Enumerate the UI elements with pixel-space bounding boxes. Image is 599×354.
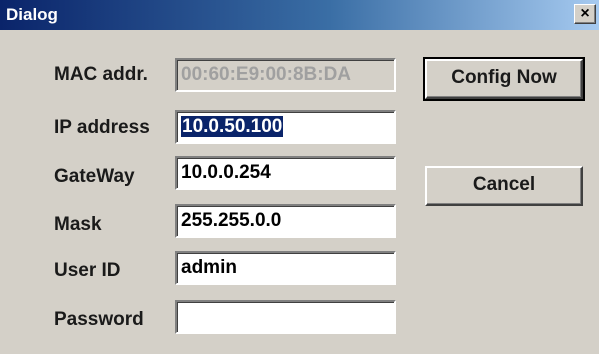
- mac-address-value: 00:60:E9:00:8B:DA: [181, 64, 352, 85]
- user-id-field[interactable]: admin: [175, 251, 396, 285]
- close-icon: ×: [580, 5, 590, 22]
- cancel-button[interactable]: Cancel: [425, 166, 583, 206]
- mask-value: 255.255.0.0: [181, 210, 282, 231]
- gateway-label: GateWay: [54, 166, 135, 187]
- ip-address-value: 10.0.50.100: [181, 116, 284, 137]
- mac-address-field: 00:60:E9:00:8B:DA: [175, 58, 396, 92]
- mask-label: Mask: [54, 214, 102, 235]
- mac-label: MAC addr.: [54, 64, 148, 85]
- mask-field[interactable]: 255.255.0.0: [175, 204, 396, 238]
- password-field[interactable]: [175, 300, 396, 334]
- close-button[interactable]: ×: [574, 4, 596, 24]
- dialog-window: Dialog × MAC addr. 00:60:E9:00:8B:DA IP …: [0, 0, 599, 354]
- gateway-field[interactable]: 10.0.0.254: [175, 156, 396, 190]
- ip-label: IP address: [54, 117, 150, 138]
- config-now-button[interactable]: Config Now: [423, 57, 585, 101]
- gateway-value: 10.0.0.254: [181, 162, 271, 183]
- user-id-value: admin: [181, 257, 237, 278]
- user-id-label: User ID: [54, 260, 121, 281]
- ip-address-field[interactable]: 10.0.50.100: [175, 110, 396, 144]
- title-bar[interactable]: Dialog ×: [0, 0, 599, 30]
- password-label: Password: [54, 309, 144, 330]
- window-title: Dialog: [6, 5, 58, 24]
